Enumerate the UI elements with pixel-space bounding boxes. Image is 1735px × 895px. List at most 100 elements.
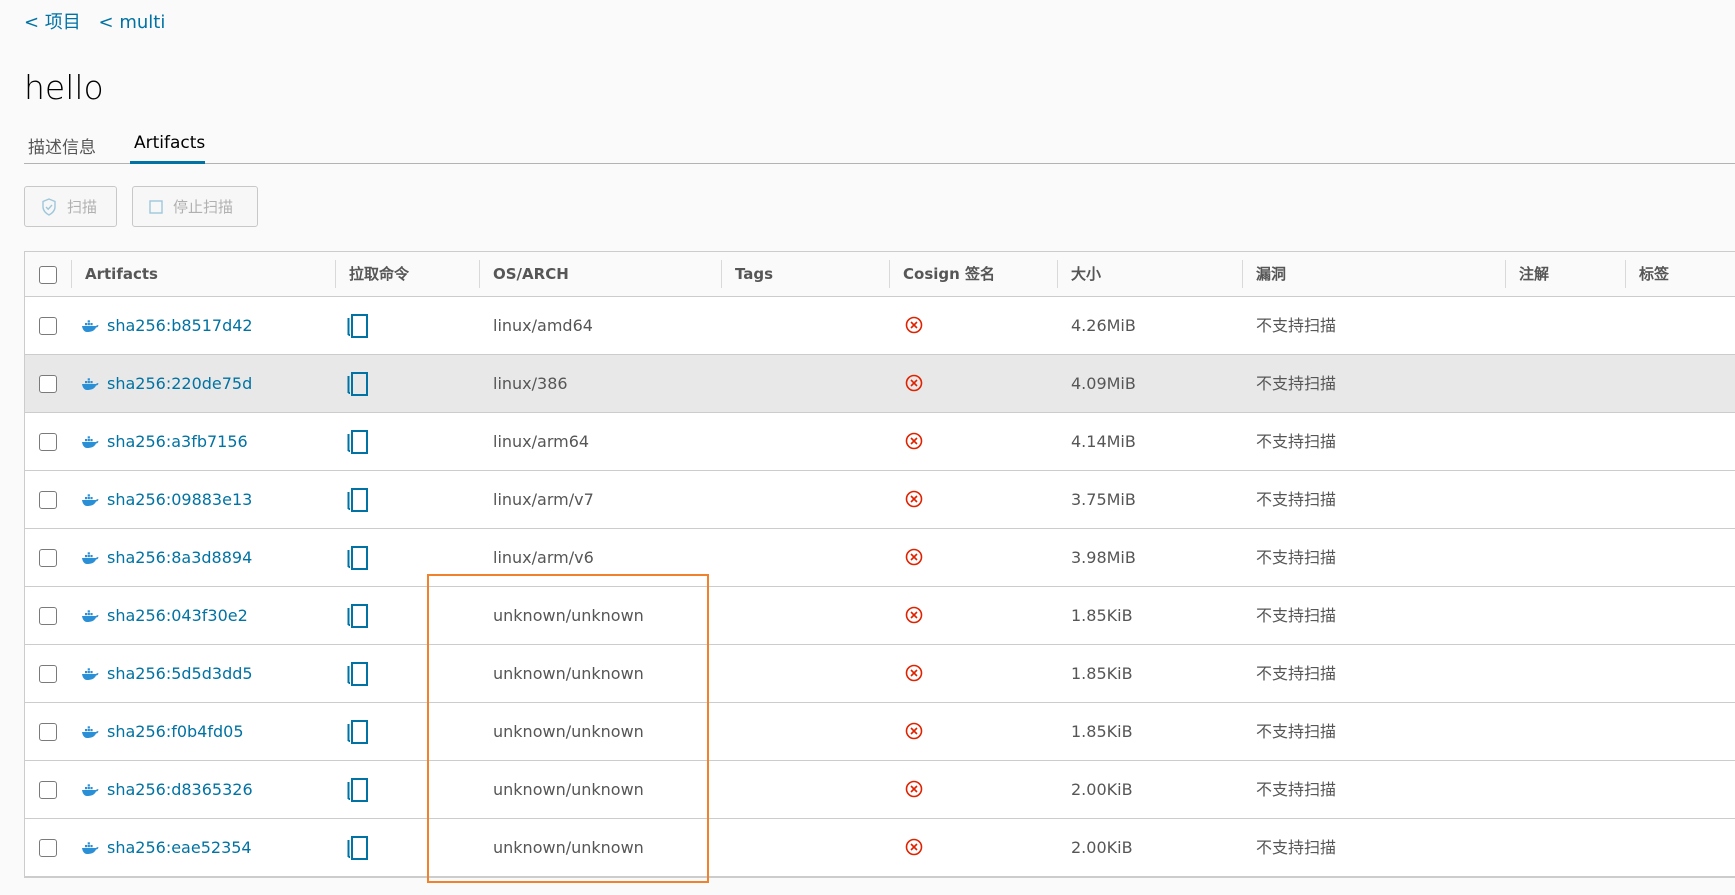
column-size[interactable]: 大小 bbox=[1057, 252, 1101, 296]
row-checkbox[interactable] bbox=[39, 781, 57, 799]
table-header: Artifacts 拉取命令 OS/ARCH Tags Cosign 签名 大小… bbox=[25, 252, 1735, 297]
pull-command-button[interactable] bbox=[347, 545, 369, 571]
pull-command-button[interactable] bbox=[347, 603, 369, 629]
copy-icon[interactable] bbox=[347, 487, 369, 513]
copy-icon[interactable] bbox=[347, 777, 369, 803]
column-os-arch[interactable]: OS/ARCH bbox=[479, 252, 569, 296]
pull-command-button[interactable] bbox=[347, 429, 369, 455]
column-vulnerabilities[interactable]: 漏洞 bbox=[1242, 252, 1286, 296]
table-row[interactable]: sha256:a3fb7156 linux/arm64 4.14MiB 不支持扫描 bbox=[25, 413, 1735, 471]
row-checkbox[interactable] bbox=[39, 491, 57, 509]
column-cosign[interactable]: Cosign 签名 bbox=[889, 252, 995, 296]
vulnerability-status: 不支持扫描 bbox=[1256, 432, 1337, 451]
row-checkbox[interactable] bbox=[39, 433, 57, 451]
column-annotations[interactable]: 注解 bbox=[1505, 252, 1549, 296]
copy-icon[interactable] bbox=[347, 545, 369, 571]
table-row[interactable]: sha256:220de75d linux/386 4.09MiB 不支持扫描 bbox=[25, 355, 1735, 413]
row-checkbox[interactable] bbox=[39, 375, 57, 393]
os-arch-value: linux/amd64 bbox=[493, 316, 593, 335]
copy-icon[interactable] bbox=[347, 603, 369, 629]
cosign-status bbox=[905, 780, 923, 798]
table-row[interactable]: sha256:09883e13 linux/arm/v7 3.75MiB 不支持扫描 bbox=[25, 471, 1735, 529]
stop-scan-button[interactable]: 停止扫描 bbox=[132, 186, 258, 227]
vulnerability-status: 不支持扫描 bbox=[1256, 780, 1337, 799]
column-artifacts[interactable]: Artifacts bbox=[71, 252, 158, 296]
artifact-digest-link[interactable]: sha256:eae52354 bbox=[81, 819, 252, 876]
scan-button-label: 扫描 bbox=[67, 198, 98, 216]
copy-icon[interactable] bbox=[347, 371, 369, 397]
vulnerability-status: 不支持扫描 bbox=[1256, 374, 1337, 393]
row-checkbox[interactable] bbox=[39, 665, 57, 683]
docker-whale-icon bbox=[82, 667, 99, 680]
pull-command-button[interactable] bbox=[347, 835, 369, 861]
cosign-status bbox=[905, 374, 923, 392]
table-body: sha256:b8517d42 linux/amd64 4.26MiB 不支持扫描 sh… bbox=[25, 297, 1735, 877]
docker-whale-icon bbox=[82, 725, 99, 738]
cosign-status bbox=[905, 606, 923, 624]
breadcrumb-projects-link[interactable]: < 项目 bbox=[24, 12, 81, 33]
column-pull-command[interactable]: 拉取命令 bbox=[335, 252, 409, 296]
row-checkbox[interactable] bbox=[39, 549, 57, 567]
copy-icon[interactable] bbox=[347, 429, 369, 455]
copy-icon[interactable] bbox=[347, 661, 369, 687]
row-checkbox[interactable] bbox=[39, 607, 57, 625]
vulnerability-status: 不支持扫描 bbox=[1256, 548, 1337, 567]
select-all-checkbox[interactable] bbox=[39, 266, 57, 284]
copy-icon[interactable] bbox=[347, 835, 369, 861]
artifact-digest-link[interactable]: sha256:220de75d bbox=[81, 355, 252, 412]
row-checkbox[interactable] bbox=[39, 317, 57, 335]
x-circle-icon bbox=[905, 722, 923, 740]
column-tags[interactable]: Tags bbox=[721, 252, 773, 296]
table-row[interactable]: sha256:f0b4fd05 unknown/unknown 1.85KiB 不支持… bbox=[25, 703, 1735, 761]
copy-icon[interactable] bbox=[347, 719, 369, 745]
artifact-digest: sha256:043f30e2 bbox=[107, 606, 248, 625]
shield-icon bbox=[42, 197, 56, 216]
page-title: hello bbox=[24, 68, 104, 107]
pull-command-button[interactable] bbox=[347, 661, 369, 687]
artifact-digest-link[interactable]: sha256:a3fb7156 bbox=[81, 413, 248, 470]
table-row[interactable]: sha256:b8517d42 linux/amd64 4.26MiB 不支持扫描 bbox=[25, 297, 1735, 355]
table-row[interactable]: sha256:5d5d3dd5 unknown/unknown 1.85KiB 不支持… bbox=[25, 645, 1735, 703]
os-arch-value: unknown/unknown bbox=[493, 838, 644, 857]
pull-command-button[interactable] bbox=[347, 487, 369, 513]
breadcrumb-multi-link[interactable]: < multi bbox=[99, 12, 166, 33]
os-arch-value: linux/arm/v6 bbox=[493, 548, 594, 567]
size-value: 2.00KiB bbox=[1071, 780, 1133, 799]
x-circle-icon bbox=[905, 432, 923, 450]
artifact-digest-link[interactable]: sha256:09883e13 bbox=[81, 471, 252, 528]
artifact-digest-link[interactable]: sha256:d8365326 bbox=[81, 761, 253, 818]
table-row[interactable]: sha256:eae52354 unknown/unknown 2.00KiB 不支持… bbox=[25, 819, 1735, 877]
size-value: 1.85KiB bbox=[1071, 606, 1133, 625]
artifact-digest-link[interactable]: sha256:5d5d3dd5 bbox=[81, 645, 253, 702]
breadcrumb: < 项目 < multi bbox=[24, 8, 177, 34]
artifact-digest-link[interactable]: sha256:f0b4fd05 bbox=[81, 703, 244, 760]
artifact-digest-link[interactable]: sha256:043f30e2 bbox=[81, 587, 248, 644]
size-value: 4.14MiB bbox=[1071, 432, 1136, 451]
row-checkbox[interactable] bbox=[39, 839, 57, 857]
size-value: 4.26MiB bbox=[1071, 316, 1136, 335]
copy-icon[interactable] bbox=[347, 313, 369, 339]
table-row[interactable]: sha256:8a3d8894 linux/arm/v6 3.98MiB 不支持扫描 bbox=[25, 529, 1735, 587]
pull-command-button[interactable] bbox=[347, 777, 369, 803]
scan-button[interactable]: 扫描 bbox=[24, 186, 117, 227]
stop-scan-button-label: 停止扫描 bbox=[173, 198, 234, 216]
table-row[interactable]: sha256:d8365326 unknown/unknown 2.00KiB 不支持… bbox=[25, 761, 1735, 819]
pull-command-button[interactable] bbox=[347, 719, 369, 745]
artifact-digest-link[interactable]: sha256:8a3d8894 bbox=[81, 529, 252, 586]
pull-command-button[interactable] bbox=[347, 313, 369, 339]
cosign-status bbox=[905, 722, 923, 740]
artifact-digest: sha256:5d5d3dd5 bbox=[107, 664, 253, 683]
tab-artifacts[interactable]: Artifacts bbox=[134, 133, 205, 153]
square-icon bbox=[149, 199, 163, 214]
artifact-digest: sha256:8a3d8894 bbox=[107, 548, 253, 567]
column-labels[interactable]: 标签 bbox=[1625, 252, 1669, 296]
artifact-digest-link[interactable]: sha256:b8517d42 bbox=[81, 297, 253, 354]
table-row[interactable]: sha256:043f30e2 unknown/unknown 1.85KiB 不支持… bbox=[25, 587, 1735, 645]
row-checkbox[interactable] bbox=[39, 723, 57, 741]
tab-info[interactable]: 描述信息 bbox=[28, 133, 96, 158]
pull-command-button[interactable] bbox=[347, 371, 369, 397]
x-circle-icon bbox=[905, 316, 923, 334]
size-value: 3.98MiB bbox=[1071, 548, 1136, 567]
os-arch-value: linux/386 bbox=[493, 374, 568, 393]
tab-bar: 描述信息 Artifacts bbox=[24, 125, 1735, 164]
